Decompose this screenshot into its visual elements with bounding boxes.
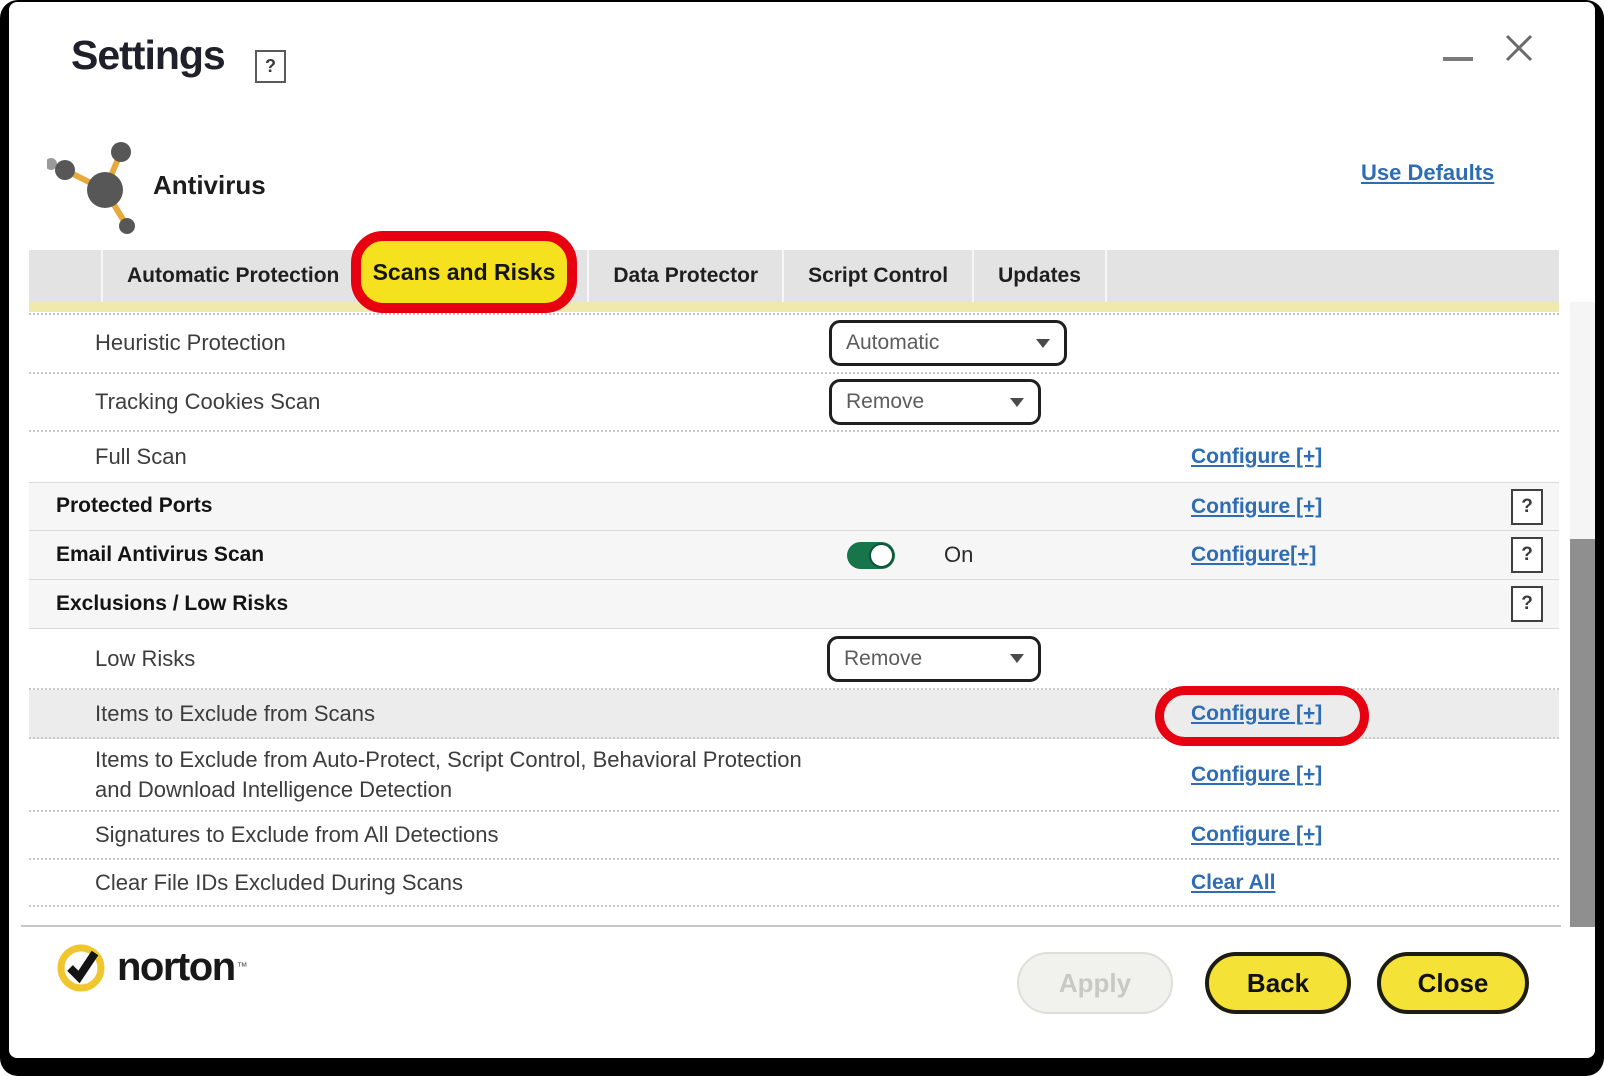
chevron-down-icon — [1010, 654, 1024, 663]
row-label: Clear File IDs Excluded During Scans — [29, 868, 463, 898]
tracking-cookies-dropdown[interactable]: Remove — [829, 379, 1041, 425]
row-items-exclude-autoprotect: Items to Exclude from Auto-Protect, Scri… — [29, 739, 1559, 812]
row-email-antivirus-scan: Email Antivirus Scan On Configure[+] ? — [29, 531, 1559, 580]
chevron-down-icon — [1036, 339, 1050, 348]
row-signatures-exclude: Signatures to Exclude from All Detection… — [29, 812, 1559, 860]
norton-check-icon — [55, 940, 109, 994]
row-tracking-cookies-scan: Tracking Cookies Scan Remove — [29, 374, 1559, 432]
tab-bar-filler — [1105, 250, 1559, 302]
row-clear-file-ids: Clear File IDs Excluded During Scans Cle… — [29, 860, 1559, 907]
use-defaults-link[interactable]: Use Defaults — [1361, 160, 1494, 186]
items-exclude-scans-configure-link[interactable]: Configure [+] — [1191, 702, 1322, 726]
norton-logo: norton ™ — [55, 940, 248, 994]
row-items-exclude-scans: Items to Exclude from Scans Configure [+… — [29, 690, 1559, 739]
row-label: Signatures to Exclude from All Detection… — [29, 820, 499, 850]
tab-automatic-protection[interactable]: Automatic Protection — [101, 250, 363, 302]
row-label: Items to Exclude from Auto-Protect, Scri… — [29, 745, 835, 804]
row-heuristic-protection: Heuristic Protection Automatic — [29, 314, 1559, 374]
settings-help-icon[interactable]: ? — [255, 50, 286, 83]
tab-script-control[interactable]: Script Control — [782, 250, 972, 302]
low-risks-dropdown[interactable]: Remove — [827, 636, 1041, 682]
back-button[interactable]: Back — [1205, 952, 1351, 1014]
dropdown-value: Remove — [846, 390, 1000, 414]
help-button[interactable]: ? — [1511, 586, 1543, 622]
tab-data-protector[interactable]: Data Protector — [587, 250, 782, 302]
row-label: Tracking Cookies Scan — [29, 387, 320, 417]
heuristic-protection-dropdown[interactable]: Automatic — [829, 320, 1067, 366]
row-label: Email Antivirus Scan — [29, 541, 264, 569]
trademark-mark: ™ — [237, 947, 248, 987]
row-label: Full Scan — [29, 442, 187, 472]
protected-ports-configure-link[interactable]: Configure [+] — [1191, 495, 1322, 519]
close-button[interactable]: Close — [1377, 952, 1529, 1014]
tab-bar-underline — [29, 302, 1559, 312]
dropdown-value: Automatic — [846, 331, 1026, 355]
row-label: Exclusions / Low Risks — [29, 590, 288, 618]
row-label: Low Risks — [29, 644, 195, 674]
email-antivirus-configure-link[interactable]: Configure[+] — [1191, 543, 1316, 567]
tab-scans-and-risks-highlighted[interactable]: Scans and Risks — [351, 231, 577, 313]
dropdown-value: Remove — [844, 647, 1000, 671]
footer-divider — [21, 925, 1561, 927]
full-scan-configure-link[interactable]: Configure [+] — [1191, 445, 1322, 469]
toggle-state-label: On — [944, 542, 973, 568]
apply-button[interactable]: Apply — [1017, 952, 1173, 1014]
minimize-icon — [1443, 57, 1473, 61]
settings-rows: Heuristic Protection Automatic Tracking … — [29, 314, 1559, 907]
row-label: Heuristic Protection — [29, 328, 286, 358]
row-exclusions-low-risks: Exclusions / Low Risks ? — [29, 580, 1559, 629]
scrollbar-thumb[interactable] — [1570, 539, 1595, 927]
row-full-scan: Full Scan Configure [+] — [29, 432, 1559, 482]
close-icon — [1504, 33, 1534, 63]
clear-all-link[interactable]: Clear All — [1191, 871, 1275, 895]
row-protected-ports: Protected Ports Configure [+] ? — [29, 482, 1559, 531]
section-title: Antivirus — [153, 170, 266, 201]
email-antivirus-toggle[interactable] — [847, 542, 895, 569]
window-close-button[interactable] — [1499, 28, 1539, 68]
signatures-exclude-configure-link[interactable]: Configure [+] — [1191, 823, 1322, 847]
minimize-button[interactable] — [1441, 35, 1475, 61]
tab-bar-spacer — [29, 250, 101, 302]
chevron-down-icon — [1010, 398, 1024, 407]
norton-settings-window: Settings ? Antivirus Use De — [9, 2, 1595, 1058]
row-label: Items to Exclude from Scans — [29, 699, 375, 729]
brand-name: norton — [117, 945, 235, 990]
tab-bar: Automatic Protection Data Protector Scri… — [29, 250, 1559, 302]
toggle-knob — [869, 543, 894, 568]
tab-updates[interactable]: Updates — [972, 250, 1105, 302]
page-title: Settings — [71, 32, 225, 79]
antivirus-molecule-icon — [47, 140, 147, 245]
help-button[interactable]: ? — [1511, 537, 1543, 573]
row-low-risks: Low Risks Remove — [29, 629, 1559, 690]
items-exclude-autoprotect-configure-link[interactable]: Configure [+] — [1191, 763, 1322, 787]
row-label: Protected Ports — [29, 492, 212, 520]
help-button[interactable]: ? — [1511, 489, 1543, 525]
screenshot-border: Settings ? Antivirus Use De — [0, 0, 1604, 1076]
